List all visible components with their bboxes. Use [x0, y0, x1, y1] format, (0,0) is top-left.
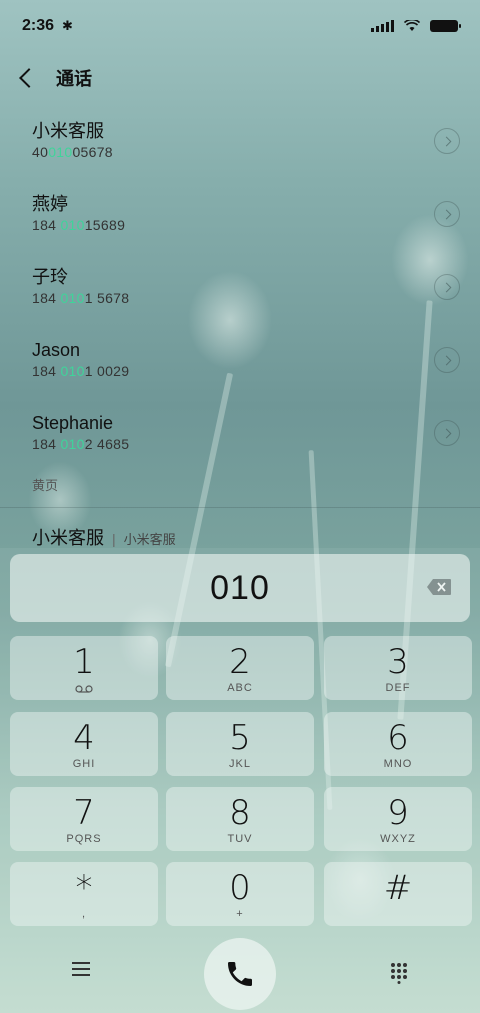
contact-detail-button[interactable] [434, 420, 460, 446]
key-6[interactable]: 6 MNO [324, 712, 472, 776]
header: 通话 [0, 52, 480, 104]
call-button[interactable] [204, 938, 276, 1010]
contact-name: Stephanie [32, 413, 114, 433]
contact-number: 184 0101 5678 [32, 290, 130, 306]
voicemail-icon [75, 685, 93, 693]
contact-number: 184 0102 4685 [32, 436, 130, 452]
yellow-pages-name: 小米客服 [32, 528, 104, 548]
key-star[interactable]: * , [10, 862, 158, 926]
contact-item[interactable]: 小米客服 4001005678 [0, 104, 480, 177]
key-hash[interactable]: # [324, 862, 472, 926]
key-7[interactable]: 7 PQRS [10, 787, 158, 851]
yellow-pages-label: 黄页 [32, 478, 59, 493]
contact-name: 燕婷 [32, 194, 68, 214]
contact-item[interactable]: 燕婷 184 01015689 [0, 177, 480, 250]
bottom-action-bar [0, 932, 480, 1013]
battery-icon [430, 20, 461, 32]
yellow-pages-subtitle: 小米客服 [123, 532, 176, 547]
dialpad-icon[interactable] [390, 962, 408, 984]
separator: | [112, 531, 116, 547]
key-4[interactable]: 4 GHI [10, 712, 158, 776]
contact-name: 子玲 [32, 267, 68, 287]
key-2[interactable]: 2 ABC [166, 636, 314, 700]
key-1[interactable]: 1 [10, 636, 158, 700]
page-title: 通话 [56, 69, 92, 89]
signal-icon [371, 20, 394, 32]
contact-number: 4001005678 [32, 144, 113, 160]
status-bar: 2:36 ✱ [0, 0, 480, 52]
contact-item[interactable]: Jason 184 0101 0029 [0, 323, 480, 396]
contact-number: 184 0101 0029 [32, 363, 130, 379]
key-0[interactable]: 0 + [166, 862, 314, 926]
contact-name: 小米客服 [32, 121, 104, 141]
phone-icon [228, 962, 252, 986]
contact-detail-button[interactable] [434, 347, 460, 373]
key-5[interactable]: 5 JKL [166, 712, 314, 776]
contact-detail-button[interactable] [434, 274, 460, 300]
dial-number-display: 010 [10, 554, 470, 622]
bluetooth-icon: ✱ [62, 18, 73, 33]
contact-detail-button[interactable] [434, 128, 460, 154]
key-9[interactable]: 9 WXYZ [324, 787, 472, 851]
key-3[interactable]: 3 DEF [324, 636, 472, 700]
back-arrow-icon[interactable] [19, 68, 39, 88]
status-icons [371, 20, 461, 32]
menu-icon[interactable] [72, 962, 90, 976]
wifi-icon [404, 20, 420, 31]
backspace-icon[interactable] [426, 578, 452, 596]
contact-number: 184 01015689 [32, 217, 126, 233]
contact-name: Jason [32, 340, 81, 360]
key-8[interactable]: 8 TUV [166, 787, 314, 851]
status-time: 2:36 [22, 17, 55, 34]
contact-item[interactable]: Stephanie 184 0102 4685 [0, 396, 480, 469]
dialed-number: 010 [210, 568, 270, 607]
contact-detail-button[interactable] [434, 201, 460, 227]
yellow-pages-item[interactable]: 小米客服 | 小米客服 [0, 508, 480, 550]
search-results-list: 小米客服 4001005678 燕婷 184 01015689 子玲 184 0… [0, 104, 480, 550]
contact-item[interactable]: 子玲 184 0101 5678 [0, 250, 480, 323]
